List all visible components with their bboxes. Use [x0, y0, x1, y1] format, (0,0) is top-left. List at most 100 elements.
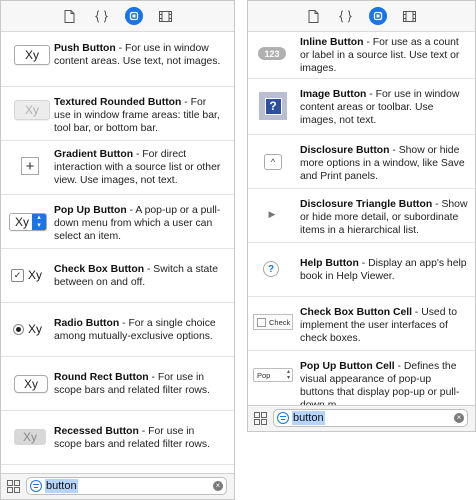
list-item-text: Pop Up Button - A pop-up or a pull-down … — [54, 204, 224, 243]
item-title: Disclosure Button — [300, 145, 390, 156]
checkbox-icon — [257, 317, 266, 327]
list-item-text: Inline Button - For use as a count or la… — [300, 36, 468, 75]
list-item[interactable]: Pop ▴ ▾ Pop Up Button Cell - Defines the … — [248, 350, 475, 411]
thumbnail-label: Xy — [24, 103, 39, 117]
list-item-text: Push Button - For use in window content … — [54, 42, 224, 68]
list-item-text: Check Box Button Cell - Used to implemen… — [300, 306, 468, 345]
list-item-text: Help Button - Display an app's help book… — [300, 257, 468, 283]
item-title: Gradient Button — [54, 149, 134, 160]
clear-icon[interactable]: × — [454, 413, 464, 423]
item-title: Pop Up Button — [54, 205, 127, 216]
filter-bar: button × — [1, 473, 234, 499]
library-toolbar — [248, 1, 475, 32]
disclosure-button-thumbnail: ^ — [264, 154, 282, 170]
grid-icon[interactable] — [254, 412, 267, 425]
list-item[interactable]: Xy Radio Button - For a single choice am… — [1, 302, 234, 357]
file-icon[interactable] — [61, 7, 79, 25]
list-item[interactable]: ✓ Xy Check Box Button - Switch a state b… — [1, 248, 234, 303]
item-title: Help Button — [300, 258, 359, 269]
list-item[interactable]: 123 Inline Button - For use as a count o… — [248, 32, 475, 79]
chevron-updown-icon: ▴ ▾ — [286, 369, 290, 381]
braces-icon[interactable] — [337, 7, 355, 25]
thumbnail-label: Pop — [257, 370, 271, 380]
library-panel-left: Xy Push Button - For use in window conte… — [0, 0, 235, 500]
item-title: Disclosure Triangle Button — [300, 199, 433, 210]
list-item[interactable]: Xy Recessed Button - For use in scope ba… — [1, 410, 234, 465]
disclosure-triangle-thumbnail: ▶ — [266, 207, 278, 221]
thumbnail-label: Xy — [28, 322, 43, 336]
search-input[interactable]: button × — [273, 409, 468, 427]
list-item[interactable]: ? Image Button - For use in window conte… — [248, 78, 475, 135]
list-item-text: Recessed Button - For use in scope bars … — [54, 425, 224, 451]
media-icon[interactable] — [401, 7, 419, 25]
list-item[interactable]: Xy ▴ ▾ Pop Up Button - A pop-up or a pull… — [1, 194, 234, 249]
push-button-thumbnail: Xy — [14, 45, 50, 65]
object-library-icon[interactable] — [368, 7, 387, 25]
list-item-text: Disclosure Triangle Button - Show or hid… — [300, 198, 468, 237]
checkbox-cell-thumbnail: Check — [253, 314, 293, 330]
checkbox-thumbnail: ✓ Xy — [11, 267, 45, 283]
item-title: Push Button — [54, 43, 116, 54]
clear-icon[interactable]: × — [213, 481, 223, 491]
media-icon[interactable] — [157, 7, 175, 25]
object-library-icon[interactable] — [124, 7, 143, 25]
list-item[interactable]: ▶ Disclosure Triangle Button - Show or h… — [248, 188, 475, 243]
triangle-right-icon: ▶ — [268, 208, 276, 219]
list-item[interactable]: Check Check Box Button Cell - Used to im… — [248, 296, 475, 351]
item-title: Textured Rounded Button — [54, 97, 182, 108]
list-item[interactable]: ? Help Button - Display an app's help bo… — [248, 242, 475, 297]
round-rect-thumbnail: Xy — [14, 375, 48, 393]
list-item-text: Check Box Button - Switch a state betwee… — [54, 263, 224, 289]
recessed-thumbnail: Xy — [14, 429, 46, 445]
help-button-thumbnail: ? — [263, 261, 279, 277]
list-item[interactable]: Xy Push Button - For use in window conte… — [1, 32, 234, 87]
filter-icon[interactable] — [277, 412, 289, 424]
list-item-text: Disclosure Button - Show or hide more op… — [300, 144, 468, 183]
popup-cell-thumbnail: Pop ▴ ▾ — [253, 368, 293, 382]
grid-icon[interactable] — [7, 480, 20, 493]
thumbnail-label: 123 — [264, 48, 280, 59]
radio-dot-icon — [13, 323, 24, 335]
radio-thumbnail: Xy — [13, 321, 47, 337]
library-panel-right: 123 Inline Button - For use as a count o… — [247, 0, 476, 432]
item-title: Round Rect Button — [54, 372, 149, 383]
thumbnail-label: Check — [269, 317, 291, 327]
list-item-text: Gradient Button - For direct interaction… — [54, 148, 224, 187]
inline-button-thumbnail: 123 — [258, 47, 286, 60]
filter-bar: button × — [248, 405, 475, 431]
item-title: Check Box Button Cell — [300, 307, 412, 318]
item-title: Image Button — [300, 89, 367, 100]
search-text: button — [292, 411, 325, 425]
gradient-button-thumbnail: + — [21, 157, 39, 175]
list-item[interactable]: + Gradient Button - For direct interacti… — [1, 140, 234, 195]
file-icon[interactable] — [305, 7, 323, 25]
item-title: Pop Up Button Cell — [300, 361, 395, 372]
thumbnail-label: Xy — [28, 268, 43, 282]
item-title: Check Box Button — [54, 264, 145, 275]
list-item-text: Image Button - For use in window content… — [300, 88, 468, 127]
item-title: Inline Button — [300, 37, 364, 48]
question-mark-icon: ? — [264, 97, 282, 115]
popup-button-thumbnail: Xy ▴ ▾ — [9, 213, 47, 231]
list-item[interactable]: Xy Round Rect Button - For use in scope … — [1, 356, 234, 411]
list-item-text: Radio Button - For a single choice among… — [54, 317, 224, 343]
list-item[interactable]: ^ Disclosure Button - Show or hide more … — [248, 134, 475, 189]
library-toolbar — [1, 1, 234, 32]
list-item-text: Textured Rounded Button - For use in win… — [54, 96, 224, 135]
textured-button-thumbnail: Xy — [14, 100, 50, 120]
plus-icon: + — [25, 157, 35, 175]
thumbnail-label: Xy — [23, 377, 38, 391]
item-title: Radio Button — [54, 318, 120, 329]
list-item[interactable]: Xy Textured Rounded Button - For use in … — [1, 86, 234, 141]
checkmark-icon: ✓ — [11, 268, 24, 282]
list-item-text: Round Rect Button - For use in scope bar… — [54, 371, 224, 397]
chevron-updown-icon: ▴ ▾ — [32, 214, 46, 230]
image-button-thumbnail: ? — [259, 92, 287, 120]
chevron-up-icon: ^ — [270, 157, 276, 167]
filter-icon[interactable] — [30, 480, 42, 492]
search-input[interactable]: button × — [26, 477, 227, 495]
search-text: button — [45, 479, 78, 493]
braces-icon[interactable] — [93, 7, 111, 25]
thumbnail-label: Xy — [22, 430, 37, 444]
thumbnail-label: Xy — [15, 215, 30, 229]
